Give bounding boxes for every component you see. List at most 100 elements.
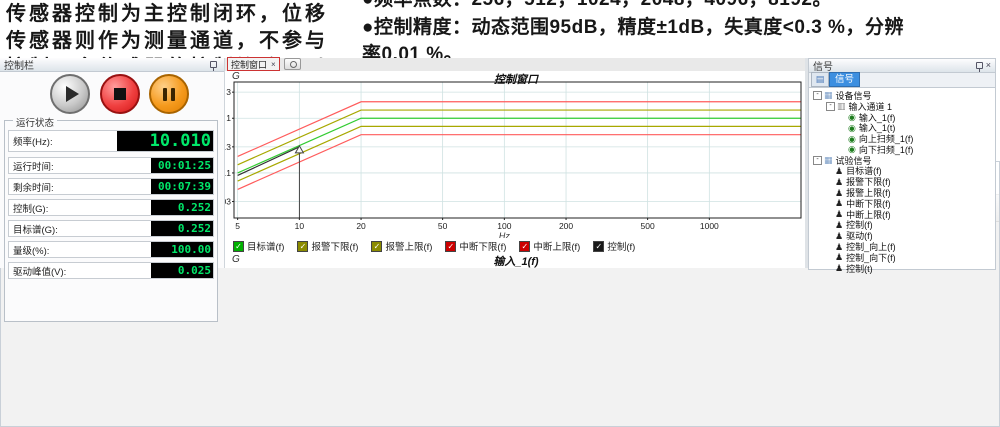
tree-item[interactable]: ♟目标谱(f) xyxy=(811,166,995,177)
legend-label: 报警下限(f) xyxy=(311,239,358,253)
close-icon[interactable]: × xyxy=(986,61,991,70)
legend-item[interactable]: ✓目标谱(f) xyxy=(233,239,284,253)
x-tick-label: 10 xyxy=(295,221,305,231)
tab-control-window[interactable]: 控制窗口 × xyxy=(227,57,280,71)
x-tick-label: 100 xyxy=(497,221,511,231)
chart-canvas[interactable]: 310.30.10.0351020501002005001000Hz xyxy=(225,71,807,238)
pin-icon[interactable] xyxy=(210,61,217,68)
field-value: 0.252 xyxy=(151,200,213,215)
field-label: 剩余时间: xyxy=(13,180,151,194)
legend-checkbox[interactable]: ✓ xyxy=(593,241,604,252)
text-line: 传感器控制为主控制闭环，位移 xyxy=(6,1,354,28)
play-icon xyxy=(66,86,79,102)
transport-buttons xyxy=(0,72,224,116)
expand-icon[interactable]: - xyxy=(813,91,822,100)
signal-icon: ♟ xyxy=(835,209,843,219)
x-axis-label: Hz xyxy=(499,231,510,238)
text-line: ●控制精度：动态范围95dB，精度±1dB，失真度<0.3 %，分辨 xyxy=(362,14,998,42)
y-tick-label: 0.03 xyxy=(225,197,231,207)
legend-checkbox[interactable]: ✓ xyxy=(233,241,244,252)
chart-legend: ✓目标谱(f)✓报警下限(f)✓报警上限(f)✓中断下限(f)✓中断上限(f)✓… xyxy=(233,239,635,253)
legend-label: 目标谱(f) xyxy=(247,239,284,253)
x-tick-label: 500 xyxy=(641,221,655,231)
y-tick-label: 0.1 xyxy=(225,168,231,178)
signal-icon: ▦ xyxy=(824,155,833,165)
status-field: 量级(%):100.00 xyxy=(8,241,214,258)
signal-icon: ◉ xyxy=(848,134,856,144)
legend-label: 中断下限(f) xyxy=(459,239,506,253)
legend-item[interactable]: ✓报警下限(f) xyxy=(297,239,358,253)
legend-checkbox[interactable]: ✓ xyxy=(519,241,530,252)
tree-item[interactable]: ♟控制_向下(f) xyxy=(811,252,995,263)
tree-item[interactable]: -▦设备信号 xyxy=(811,90,995,101)
expand-icon[interactable]: - xyxy=(826,102,835,111)
legend-checkbox[interactable]: ✓ xyxy=(297,241,308,252)
legend-item[interactable]: ✓控制(f) xyxy=(593,239,635,253)
field-value: 10.010 xyxy=(117,131,213,151)
legend-item[interactable]: ✓中断上限(f) xyxy=(519,239,580,253)
text-line: ●频率点数：256，512，1024，2048，4096，8192。 xyxy=(362,0,998,14)
control-bar-title: 控制栏 xyxy=(4,57,34,72)
field-label: 控制(G): xyxy=(13,201,151,215)
field-value: 100.00 xyxy=(151,242,213,257)
signal-icon: ◉ xyxy=(848,112,856,122)
signal-icon: ♟ xyxy=(835,242,843,252)
y-tick-label: 3 xyxy=(226,87,231,97)
tree-item[interactable]: ♟报警上限(f) xyxy=(811,187,995,198)
pause-button[interactable] xyxy=(149,74,189,114)
status-field: 驱动峰值(V):0.025 xyxy=(8,262,214,279)
tree-item[interactable]: ♟报警下限(f) xyxy=(811,176,995,187)
y-tick-label: 1 xyxy=(226,113,231,123)
signal-tree: -▦设备信号-▥输入通道 1◉输入_1(f)◉输入_1(t)◉向上扫频_1(f)… xyxy=(809,88,995,274)
legend-item[interactable]: ✓中断下限(f) xyxy=(445,239,506,253)
start-button[interactable] xyxy=(50,74,90,114)
signal-icon: ♟ xyxy=(835,263,843,273)
tab-signals[interactable]: 信号 xyxy=(829,72,860,87)
tab-close-icon[interactable]: × xyxy=(271,60,276,69)
snapshot-button[interactable] xyxy=(284,58,301,70)
signal-panel-title: 信号 xyxy=(813,58,833,73)
legend-checkbox[interactable]: ✓ xyxy=(445,241,456,252)
signal-tabs: ▤ 信号 xyxy=(809,73,995,88)
text-line: 传感器则作为测量通道，不参与 xyxy=(6,28,354,55)
x-tick-label: 5 xyxy=(235,221,240,231)
plot-background[interactable] xyxy=(234,82,801,218)
next-chart-title: 输入_1(f) xyxy=(225,253,807,269)
legend-item[interactable]: ✓报警上限(f) xyxy=(371,239,432,253)
stop-button[interactable] xyxy=(100,74,140,114)
signal-panel: 信号 × ▤ 信号 -▦设备信号-▥输入通道 1◉输入_1(f)◉输入_1(t)… xyxy=(808,58,996,270)
run-status-title: 运行状态 xyxy=(13,115,57,129)
tree-item[interactable]: ♟中断下限(f) xyxy=(811,198,995,209)
chart-tab-bar: 控制窗口 × xyxy=(225,58,807,72)
signal-icon: ♟ xyxy=(835,252,843,262)
status-field: 频率(Hz):10.010 xyxy=(8,130,214,152)
legend-label: 控制(f) xyxy=(607,239,635,253)
tree-item[interactable]: ♟控制(t) xyxy=(811,263,995,274)
tree-item[interactable]: ♟中断上限(f) xyxy=(811,209,995,220)
tree-item[interactable]: ♟驱动(f) xyxy=(811,230,995,241)
expand-icon[interactable]: - xyxy=(813,156,822,165)
tree-item[interactable]: -▥输入通道 1 xyxy=(811,101,995,112)
y-tick-label: 0.3 xyxy=(225,142,231,152)
field-label: 驱动峰值(V): xyxy=(13,264,151,278)
chart-tab-label: 控制窗口 xyxy=(231,58,267,71)
pin-icon[interactable] xyxy=(976,62,983,69)
pause-icon xyxy=(163,88,175,101)
field-value: 0.025 xyxy=(151,263,213,278)
legend-label: 中断上限(f) xyxy=(533,239,580,253)
chart-area: 控制窗口 × G 控制窗口 310.30.10.0351020501002005… xyxy=(225,58,807,268)
project-tab[interactable]: ▤ xyxy=(811,72,829,87)
tree-item[interactable]: -▦试验信号 xyxy=(811,155,995,166)
tree-item[interactable]: ♟控制_向上(f) xyxy=(811,241,995,252)
chart-title: 控制窗口 xyxy=(225,71,807,87)
stop-icon xyxy=(114,88,126,100)
field-value: 00:07:39 xyxy=(151,179,213,194)
status-fields: 频率(Hz):10.010运行时间:00:01:25剩余时间:00:07:39控… xyxy=(5,121,217,279)
signal-icon: ♟ xyxy=(835,166,843,176)
tree-item[interactable]: ♟控制(f) xyxy=(811,220,995,231)
signal-icon: ♟ xyxy=(835,198,843,208)
field-label: 运行时间: xyxy=(13,159,151,173)
tree-item[interactable]: ◉输入_1(f) xyxy=(811,112,995,123)
status-field: 剩余时间:00:07:39 xyxy=(8,178,214,195)
legend-checkbox[interactable]: ✓ xyxy=(371,241,382,252)
